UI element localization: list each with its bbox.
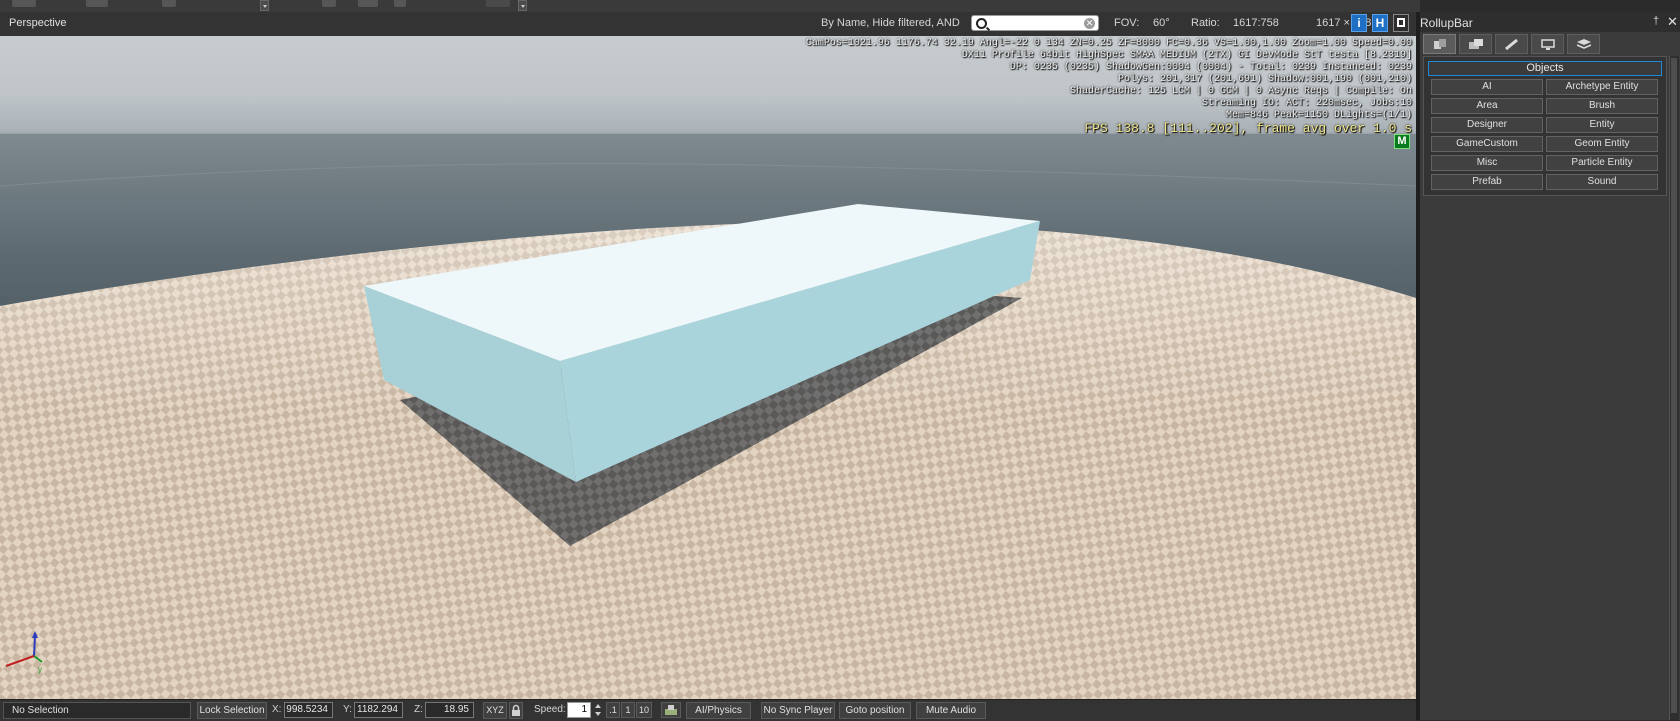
rollup-scrollbar[interactable] — [1669, 56, 1679, 720]
speed-label: Speed: — [534, 704, 566, 715]
hud-shadercache: ShaderCache: 125 LCM | 0 GCM | 0 Async R… — [1069, 86, 1412, 97]
toolbar-align-icon[interactable] — [394, 0, 406, 7]
terrain-glyph — [665, 705, 677, 715]
xyz-toggle-button[interactable]: XYZ — [483, 702, 507, 719]
object-button-archetype-entity[interactable]: Archetype Entity — [1546, 79, 1658, 95]
speed-preset-1[interactable]: 1 — [621, 702, 635, 718]
toolbar-open-icon[interactable] — [12, 0, 36, 7]
x-label: X: — [272, 704, 282, 715]
toolbar-select-icon[interactable] — [322, 0, 336, 7]
hud-drawcalls: DP: 0235 (0235) ShadowGen:0004 (0004) - … — [1009, 62, 1412, 73]
perspective-viewport[interactable]: CamPos=1021.96 1176.74 32.19 Angl=-22 0 … — [0, 36, 1416, 699]
rollup-bar-panel: RollupBar † ✕ Objects AI Archetype Entit… — [1420, 12, 1680, 720]
maximize-viewport-button[interactable] — [1393, 14, 1409, 32]
hud-profile: DX11 Profile 64bit HighSpec SMAA MEDIUM … — [961, 50, 1412, 61]
filter-label[interactable]: By Name, Hide filtered, AND — [821, 17, 960, 29]
hud-fps: FPS 138.8 [111..202], frame avg over 1.0… — [1084, 121, 1412, 136]
search-input[interactable] — [990, 17, 1076, 29]
no-sync-player-button[interactable]: No Sync Player — [761, 702, 835, 719]
fov-value[interactable]: 60° — [1153, 17, 1170, 29]
z-coordinate-field[interactable]: 18.95 — [425, 702, 474, 718]
hud-polys: Polys: 201,317 (201,691) Shadow:001,190 … — [1117, 74, 1412, 85]
terrain-follow-icon[interactable] — [661, 702, 681, 718]
object-button-particle-entity[interactable]: Particle Entity — [1546, 155, 1658, 171]
toolbar-field[interactable] — [486, 0, 510, 7]
object-button-geom-entity[interactable]: Geom Entity — [1546, 136, 1658, 152]
toolbar-snap-icon[interactable] — [358, 0, 378, 7]
display-tab[interactable] — [1531, 34, 1564, 54]
x-coordinate-field[interactable]: 998.5234 — [284, 702, 333, 718]
objects-panel: Objects AI Archetype Entity Area Brush D… — [1423, 56, 1667, 196]
display-tab-icon — [1541, 39, 1555, 50]
clear-search-icon[interactable]: ✕ — [1084, 18, 1095, 29]
y-label: Y: — [343, 704, 352, 715]
toolbar-dropdown-2[interactable] — [518, 0, 527, 11]
selection-status: No Selection — [3, 702, 191, 719]
speed-input[interactable]: 1 — [567, 702, 591, 718]
terrain-tab[interactable] — [1459, 34, 1492, 54]
main-toolbar-strip — [0, 0, 1420, 12]
hud-m-badge: M — [1394, 134, 1410, 149]
object-button-designer[interactable]: Designer — [1431, 117, 1543, 133]
viewport-header: Perspective By Name, Hide filtered, AND … — [0, 12, 1416, 37]
ratio-label: Ratio: — [1191, 17, 1220, 29]
z-label: Z: — [414, 704, 423, 715]
rollup-title-bar[interactable]: RollupBar † ✕ — [1420, 12, 1680, 32]
objects-tab[interactable] — [1423, 34, 1456, 54]
ratio-value[interactable]: 1617:758 — [1233, 17, 1279, 29]
ai-physics-button[interactable]: AI/Physics — [686, 702, 751, 719]
object-button-misc[interactable]: Misc — [1431, 155, 1543, 171]
search-icon — [976, 18, 987, 29]
object-button-brush[interactable]: Brush — [1546, 98, 1658, 114]
fov-label: FOV: — [1114, 17, 1140, 29]
close-icon[interactable]: ✕ — [1667, 14, 1678, 30]
lock-coordinates-icon[interactable] — [509, 702, 523, 719]
gizmo-y-label: y — [38, 665, 42, 674]
speed-preset-10[interactable]: 10 — [636, 702, 652, 718]
layers-tab-icon — [1577, 39, 1591, 49]
status-bar: No Selection Lock Selection X: 998.5234 … — [0, 699, 1416, 721]
goto-position-button[interactable]: Goto position — [839, 702, 911, 719]
y-coordinate-field[interactable]: 1182.294 — [354, 702, 403, 718]
modify-tab-icon — [1505, 39, 1518, 50]
lock-icon — [512, 704, 520, 716]
info-toggle-button[interactable]: i — [1351, 14, 1367, 32]
objects-rollup-header[interactable]: Objects — [1428, 61, 1662, 76]
pin-icon[interactable]: † — [1653, 15, 1659, 27]
terrain-tab-icon — [1469, 39, 1483, 49]
rollup-title: RollupBar — [1420, 16, 1473, 30]
objects-tab-icon — [1434, 39, 1446, 49]
lock-selection-button[interactable]: Lock Selection — [197, 702, 267, 719]
object-button-gamecustom[interactable]: GameCustom — [1431, 136, 1543, 152]
viewport-title[interactable]: Perspective — [9, 17, 66, 29]
modify-tab[interactable] — [1495, 34, 1528, 54]
mute-audio-button[interactable]: Mute Audio — [916, 702, 986, 719]
toolbar-dropdown[interactable] — [260, 0, 269, 11]
helpers-toggle-button[interactable]: H — [1372, 14, 1388, 32]
object-button-ai[interactable]: AI — [1431, 79, 1543, 95]
hud-campos: CamPos=1021.96 1176.74 32.19 Angl=-22 0 … — [805, 38, 1412, 49]
layers-tab[interactable] — [1567, 34, 1600, 54]
scrollbar-thumb[interactable] — [1671, 58, 1677, 713]
toolbar-move-icon[interactable] — [162, 0, 176, 7]
object-button-prefab[interactable]: Prefab — [1431, 174, 1543, 190]
object-button-area[interactable]: Area — [1431, 98, 1543, 114]
hud-streaming: Streaming IO: ACT: 220msec, Jobs:10 — [1201, 98, 1412, 109]
object-button-entity[interactable]: Entity — [1546, 117, 1658, 133]
speed-preset-0-1[interactable]: .1 — [606, 702, 620, 718]
toolbar-save-icon[interactable] — [86, 0, 108, 7]
axis-gizmo-icon: y — [5, 631, 43, 674]
search-box[interactable]: ✕ — [971, 15, 1099, 31]
object-button-sound[interactable]: Sound — [1546, 174, 1658, 190]
speed-spinner-icon[interactable] — [593, 702, 603, 718]
maximize-icon — [1397, 18, 1405, 27]
